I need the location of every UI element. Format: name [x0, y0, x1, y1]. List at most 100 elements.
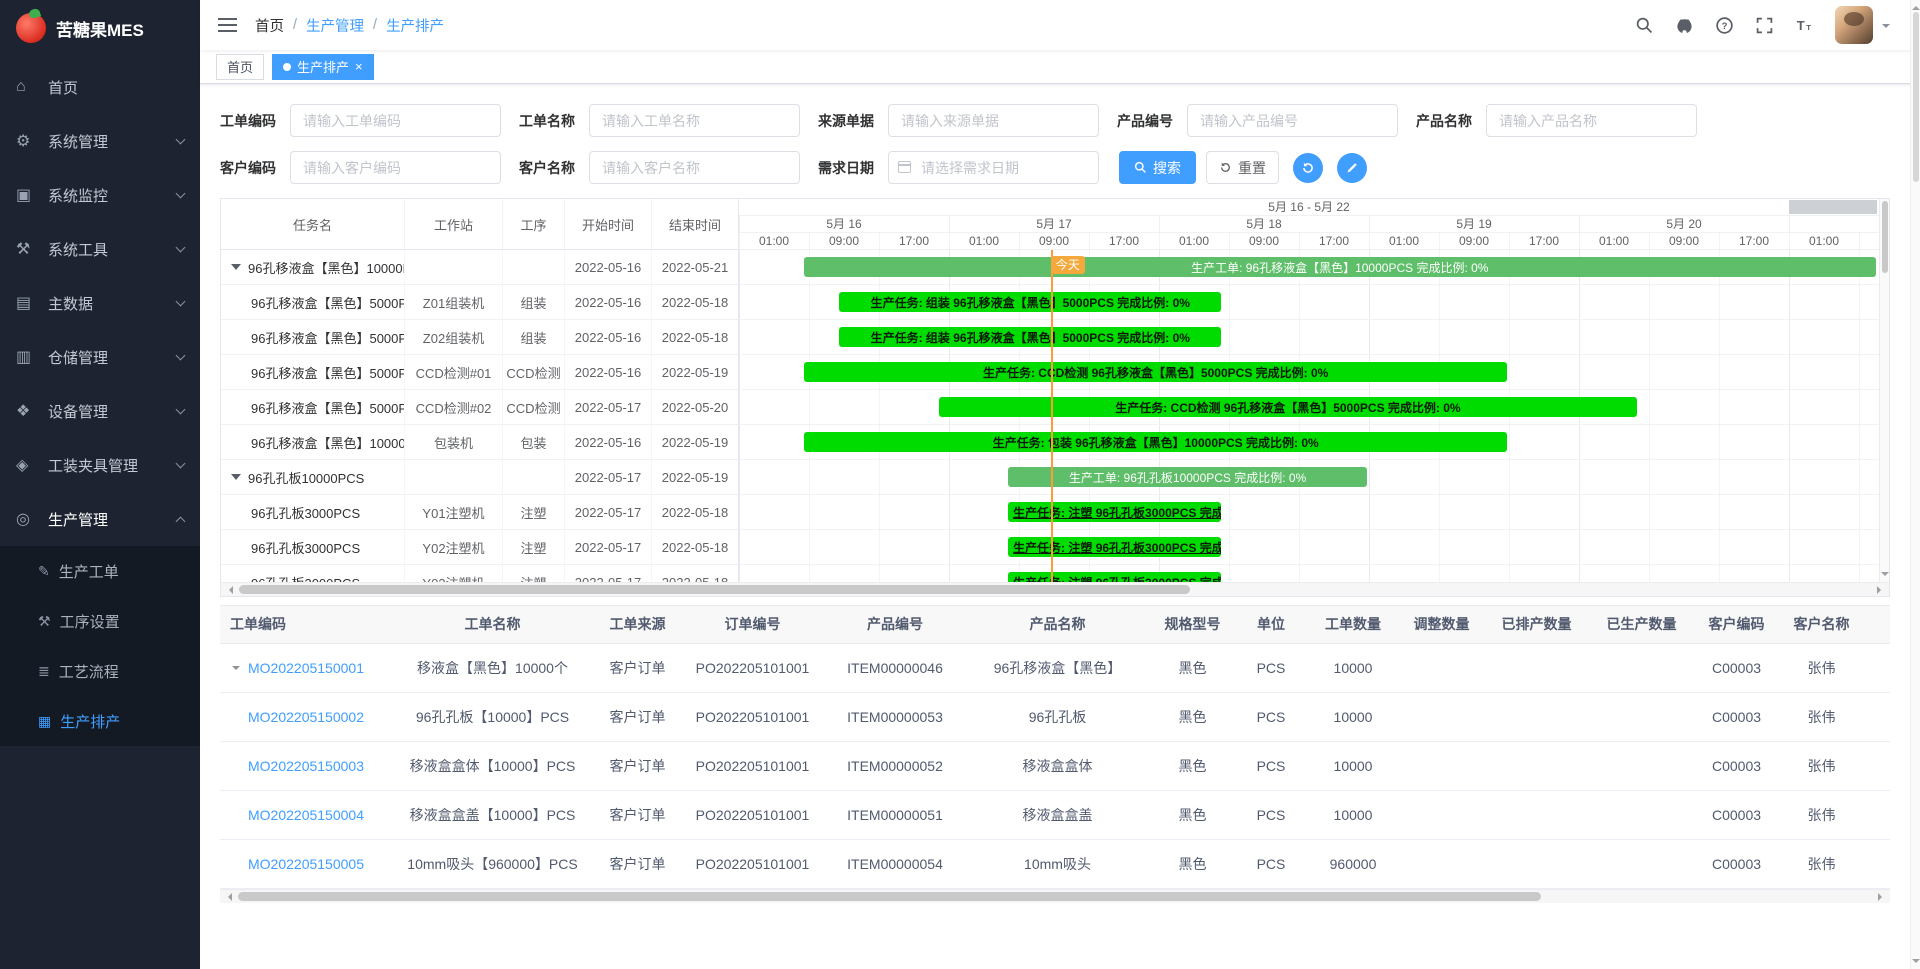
workorder-link[interactable]: MO202205150005	[248, 856, 364, 872]
scroll-up-arrow[interactable]	[1912, 2, 1920, 10]
scroll-left-arrow[interactable]	[224, 893, 232, 901]
reset-button[interactable]: 重置	[1206, 151, 1279, 184]
orders-row[interactable]: MO202205150004移液盒盒盖【10000】PCS客户订单PO20220…	[220, 790, 1890, 839]
page-scrollbar[interactable]	[1910, 0, 1920, 969]
gantt-task-row[interactable]: 96孔移液盒【黑色】5000PCSCCD检测#02CCD检测2022-05-17…	[221, 390, 738, 425]
breadcrumb-item[interactable]: 生产管理	[306, 15, 364, 36]
scroll-right-arrow[interactable]	[1877, 586, 1885, 594]
sidebar-item-2[interactable]: ⚙系统管理	[0, 114, 200, 168]
filter-field-1: 工单编码	[220, 104, 501, 137]
filter-input[interactable]	[290, 151, 501, 184]
sidebar-item-3[interactable]: ▣系统监控	[0, 168, 200, 222]
submenu-item-4[interactable]: ▦生产排产	[0, 696, 200, 746]
gantt-bar[interactable]: 生产任务: 包装 96孔移液盒【黑色】10000PCS 完成比例: 0%	[804, 432, 1507, 452]
orders-row[interactable]: MO202205150003移液盒盒体【10000】PCS客户订单PO20220…	[220, 741, 1890, 790]
workorder-link[interactable]: MO202205150003	[248, 758, 364, 774]
gantt-task-row[interactable]: 96孔移液盒【黑色】10000PCS2022-05-162022-05-21	[221, 250, 738, 285]
filter-input[interactable]	[1187, 104, 1398, 137]
scrollbar-thumb[interactable]	[239, 585, 1190, 594]
scroll-right-arrow[interactable]	[1878, 893, 1886, 901]
scrollbar-thumb[interactable]	[238, 892, 1541, 901]
scrollbar-thumb[interactable]	[1882, 201, 1888, 273]
breadcrumb-item[interactable]: 生产排产	[386, 15, 444, 36]
gantt-task-row[interactable]: 96孔孔板3000PCSY03注塑机注塑2022-05-172022-05-18	[221, 565, 738, 582]
sidebar-item-5[interactable]: ▤主数据	[0, 276, 200, 330]
submenu-item-label: 工艺流程	[59, 661, 119, 682]
gantt-horizontal-scrollbar[interactable]	[221, 582, 1889, 596]
scroll-left-arrow[interactable]	[225, 586, 233, 594]
sidebar-item-8[interactable]: ◈工装夹具管理	[0, 438, 200, 492]
gantt-task-row[interactable]: 96孔移液盒【黑色】10000PCS包装机包装2022-05-162022-05…	[221, 425, 738, 460]
sidebar-item-9[interactable]: ◎生产管理	[0, 492, 200, 546]
submenu-item-1[interactable]: ✎生产工单	[0, 546, 200, 596]
filter-input[interactable]	[888, 151, 1099, 184]
workorder-link[interactable]: MO202205150001	[248, 660, 364, 676]
sidebar-item-4[interactable]: ⚒系统工具	[0, 222, 200, 276]
gantt-cell-end: 2022-05-18	[652, 530, 738, 564]
row-expand-caret[interactable]	[232, 666, 240, 674]
sidebar-item-7[interactable]: ❖设备管理	[0, 384, 200, 438]
scroll-down-arrow[interactable]	[1912, 959, 1920, 967]
orders-row[interactable]: MO202205150001移液盒【黑色】10000个客户订单PO2022051…	[220, 643, 1890, 692]
gantt-task-row[interactable]: 96孔移液盒【黑色】5000PCSZ02组装机组装2022-05-162022-…	[221, 320, 738, 355]
sidebar-item-6[interactable]: ▥仓储管理	[0, 330, 200, 384]
gantt-task-row[interactable]: 96孔孔板3000PCSY01注塑机注塑2022-05-172022-05-18	[221, 495, 738, 530]
gantt-task-row[interactable]: 96孔移液盒【黑色】5000PCSCCD检测#01CCD检测2022-05-16…	[221, 355, 738, 390]
submenu-item-3[interactable]: ≣工艺流程	[0, 646, 200, 696]
question-icon[interactable]: ?	[1715, 16, 1734, 35]
workorder-link[interactable]: MO202205150004	[248, 807, 364, 823]
orders-row[interactable]: MO20220515000296孔孔板【10000】PCS客户订单PO20220…	[220, 692, 1890, 741]
orders-horizontal-scrollbar[interactable]	[220, 889, 1890, 903]
github-icon[interactable]	[1675, 16, 1694, 35]
gantt-task-row[interactable]: 96孔孔板3000PCSY02注塑机注塑2022-05-172022-05-18	[221, 530, 738, 565]
production-icon: ◎	[16, 509, 40, 529]
submenu-item-2[interactable]: ⚒工序设置	[0, 596, 200, 646]
search-icon[interactable]	[1635, 16, 1654, 35]
breadcrumb-item[interactable]: 首页	[255, 15, 284, 36]
edit-button[interactable]	[1337, 153, 1367, 183]
scrollbar-thumb[interactable]	[1913, 12, 1919, 182]
gantt-bar[interactable]: 生产工单: 96孔孔板10000PCS 完成比例: 0%	[1008, 467, 1367, 487]
close-icon[interactable]: ×	[355, 60, 363, 73]
gantt-column-header: 任务名	[221, 199, 405, 249]
search-button[interactable]: 搜索	[1119, 151, 1196, 184]
filter-input[interactable]	[888, 104, 1099, 137]
hamburger-icon[interactable]	[218, 18, 237, 33]
filter-input[interactable]	[290, 104, 501, 137]
orders-row[interactable]: MO20220515000510mm吸头【960000】PCS客户订单PO202…	[220, 839, 1890, 888]
gantt-bar[interactable]: 生产任务: 注塑 96孔孔板3000PCS 完成比例: 0%	[1008, 537, 1221, 557]
scroll-down-arrow[interactable]	[1881, 572, 1889, 580]
font-size-icon[interactable]: T T	[1795, 16, 1814, 35]
tab-1[interactable]: 首页	[216, 54, 264, 80]
gantt-bar[interactable]: 生产任务: 组装 96孔移液盒【黑色】5000PCS 完成比例: 0%	[839, 327, 1221, 347]
sidebar-item-1[interactable]: ⌂首页	[0, 60, 200, 114]
gantt-task-row[interactable]: 96孔移液盒【黑色】5000PCSZ01组装机组装2022-05-162022-…	[221, 285, 738, 320]
app-logo[interactable]: 苦糖果MES	[0, 0, 200, 56]
avatar[interactable]	[1835, 6, 1873, 44]
gantt-bar[interactable]: 生产任务: 组装 96孔移液盒【黑色】5000PCS 完成比例: 0%	[839, 292, 1221, 312]
orders-cell-qty: 10000	[1307, 692, 1399, 741]
orders-cell-code: MO202205150003	[220, 741, 390, 790]
orders-cell-cust_name: 张伟	[1779, 741, 1864, 790]
filter-input[interactable]	[1486, 104, 1697, 137]
orders-cell-cust_name: 张伟	[1779, 790, 1864, 839]
gantt-bar[interactable]: 生产任务: CCD检测 96孔移液盒【黑色】5000PCS 完成比例: 0%	[939, 397, 1638, 417]
chevron-down-icon[interactable]	[1882, 24, 1890, 32]
gantt-bar[interactable]: 生产任务: 注塑 96孔孔板3000PCS 完成比例: 0%	[1008, 502, 1221, 522]
triangle-down-icon[interactable]	[231, 474, 241, 480]
filter-label: 需求日期	[818, 158, 878, 178]
gantt-bar[interactable]: 生产工单: 96孔移液盒【黑色】10000PCS 完成比例: 0%	[804, 257, 1876, 277]
gantt-bar[interactable]: 生产任务: CCD检测 96孔移液盒【黑色】5000PCS 完成比例: 0%	[804, 362, 1507, 382]
refresh-button[interactable]	[1293, 153, 1323, 183]
timeline-day-label: 5月 18	[1159, 216, 1369, 233]
filter-input[interactable]	[589, 104, 800, 137]
tab-2[interactable]: 生产排产×	[272, 54, 374, 80]
timeline-hour-label: 17:00	[1719, 233, 1789, 250]
fullscreen-icon[interactable]	[1755, 16, 1774, 35]
gantt-task-row[interactable]: 96孔孔板10000PCS2022-05-172022-05-19	[221, 460, 738, 495]
workorder-link[interactable]: MO202205150002	[248, 709, 364, 725]
gantt-bar[interactable]: 生产任务: 注塑 96孔孔板3000PCS 完成比例: 0%	[1008, 572, 1221, 582]
filter-input[interactable]	[589, 151, 800, 184]
triangle-down-icon[interactable]	[231, 264, 241, 270]
gantt-vertical-scrollbar[interactable]	[1879, 199, 1889, 582]
